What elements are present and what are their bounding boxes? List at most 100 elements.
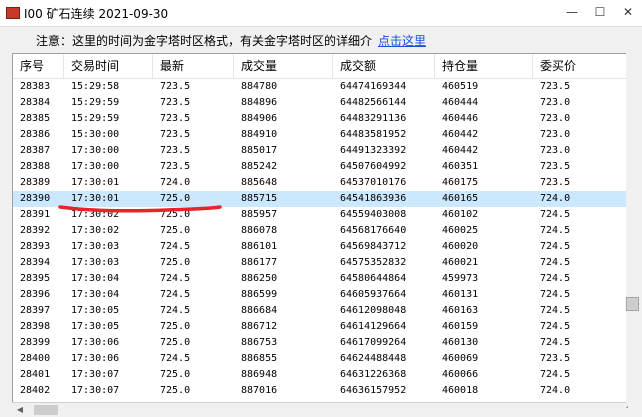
horizontal-scrollbar[interactable]: ◀: [12, 402, 626, 417]
table-row[interactable]: 28397 17:30:05 724.5 886684 64612098048 46016…: [13, 303, 627, 319]
header-col-last[interactable]: 最新: [153, 54, 234, 78]
col-volume-cell: 886753: [241, 337, 278, 348]
col-volume-cell: 885715: [241, 193, 278, 204]
header-col-open-interest[interactable]: 持仓量: [435, 54, 533, 78]
col-last-cell: 725.0: [160, 385, 191, 396]
table-row[interactable]: 28400 17:30:06 724.5 886855 64624488448 46006…: [13, 351, 627, 367]
tick-data-table: 序号 交易时间 最新 成交量 成交额 持仓量 委买价 28383 15:29:58 723.5 8…: [12, 53, 628, 408]
col-time-cell: 17:30:03: [71, 257, 120, 268]
table-row[interactable]: 28386 15:30:00 723.5 884910 64483581952 46044…: [13, 127, 627, 143]
header-col-time[interactable]: 交易时间: [64, 54, 153, 78]
col-last-cell: 723.5: [160, 145, 191, 156]
header-col-volume[interactable]: 成交量: [234, 54, 333, 78]
col-seq-cell: 28399: [20, 337, 51, 348]
col-time-cell: 17:30:04: [71, 273, 120, 284]
col-seq-cell: 28392: [20, 225, 51, 236]
app-icon: [6, 7, 20, 19]
col-time-cell: 15:30:00: [71, 129, 120, 140]
table-row[interactable]: 28402 17:30:07 725.0 887016 64636157952 46001…: [13, 383, 627, 399]
col-seq-cell: 28395: [20, 273, 51, 284]
header-col-bid[interactable]: 委买价: [533, 54, 627, 78]
table-row[interactable]: 28385 15:29:59 723.5 884906 64483291136 46044…: [13, 111, 627, 127]
col-last-cell: 723.5: [160, 97, 191, 108]
col-volume-cell: 886078: [241, 225, 278, 236]
col-volume-cell: 886250: [241, 273, 278, 284]
header-col-seq[interactable]: 序号: [13, 54, 64, 78]
col-amount-cell: 64474169344: [340, 81, 407, 92]
col-volume-cell: 886948: [241, 369, 278, 380]
col-bid-cell: 724.5: [540, 241, 571, 252]
header-col-amount[interactable]: 成交额: [333, 54, 435, 78]
col-volume-cell: 886101: [241, 241, 278, 252]
col-seq-cell: 28384: [20, 97, 51, 108]
col-last-cell: 724.5: [160, 241, 191, 252]
col-time-cell: 17:30:00: [71, 145, 120, 156]
col-volume-cell: 885242: [241, 161, 278, 172]
col-seq-cell: 28397: [20, 305, 51, 316]
col-open-interest-cell: 460444: [442, 97, 479, 108]
col-time-cell: 15:29:59: [71, 97, 120, 108]
maximize-button[interactable]: ☐: [586, 0, 614, 26]
notice-text: 注意：这里的时间为金字塔时区格式，有关金字塔时区的详细介: [36, 34, 373, 48]
col-amount-cell: 64483291136: [340, 113, 407, 124]
col-amount-cell: 64559403008: [340, 209, 407, 220]
table-row[interactable]: 28394 17:30:03 725.0 886177 64575352832 46002…: [13, 255, 627, 271]
table-row[interactable]: 28401 17:30:07 725.0 886948 64631226368 46006…: [13, 367, 627, 383]
col-seq-cell: 28390: [20, 193, 51, 204]
table-row[interactable]: 28392 17:30:02 725.0 886078 64568176640 46002…: [13, 223, 627, 239]
table-row[interactable]: 28387 17:30:00 723.5 885017 64491323392 46044…: [13, 143, 627, 159]
col-seq-cell: 28387: [20, 145, 51, 156]
col-volume-cell: 884910: [241, 129, 278, 140]
table-row[interactable]: 28399 17:30:06 725.0 886753 64617099264 46013…: [13, 335, 627, 351]
table-row[interactable]: 28384 15:29:59 723.5 884896 64482566144 46044…: [13, 95, 627, 111]
scroll-left-icon[interactable]: ◀: [14, 404, 26, 416]
window-title: I00 矿石连续 2021-09-30: [24, 7, 169, 21]
horizontal-scrollbar-thumb[interactable]: [34, 405, 58, 415]
col-open-interest-cell: 460020: [442, 241, 479, 252]
col-open-interest-cell: 460102: [442, 209, 479, 220]
table-header: 序号 交易时间 最新 成交量 成交额 持仓量 委买价: [13, 54, 627, 79]
table-row[interactable]: 28396 17:30:04 724.5 886599 64605937664 46013…: [13, 287, 627, 303]
col-last-cell: 723.5: [160, 113, 191, 124]
col-last-cell: 723.5: [160, 161, 191, 172]
table-row[interactable]: 28389 17:30:01 724.0 885648 64537010176 46017…: [13, 175, 627, 191]
col-volume-cell: 884780: [241, 81, 278, 92]
col-open-interest-cell: 460351: [442, 161, 479, 172]
col-bid-cell: 724.5: [540, 209, 571, 220]
col-seq-cell: 28389: [20, 177, 51, 188]
col-bid-cell: 723.5: [540, 81, 571, 92]
col-last-cell: 724.5: [160, 273, 191, 284]
col-time-cell: 17:30:02: [71, 225, 120, 236]
col-amount-cell: 64507604992: [340, 161, 407, 172]
col-amount-cell: 64483581952: [340, 129, 407, 140]
table-row[interactable]: 28395 17:30:04 724.5 886250 64580644864 45997…: [13, 271, 627, 287]
col-amount-cell: 64568176640: [340, 225, 407, 236]
col-bid-cell: 724.5: [540, 257, 571, 268]
col-volume-cell: 885957: [241, 209, 278, 220]
col-volume-cell: 885017: [241, 145, 278, 156]
col-bid-cell: 724.0: [540, 193, 571, 204]
col-amount-cell: 64614129664: [340, 321, 407, 332]
table-row[interactable]: 28398 17:30:05 725.0 886712 64614129664 46015…: [13, 319, 627, 335]
col-bid-cell: 724.5: [540, 369, 571, 380]
table-row[interactable]: 28393 17:30:03 724.5 886101 64569843712 46002…: [13, 239, 627, 255]
col-open-interest-cell: 460069: [442, 353, 479, 364]
vertical-scrollbar[interactable]: [626, 53, 640, 406]
col-bid-cell: 724.5: [540, 321, 571, 332]
col-last-cell: 724.5: [160, 305, 191, 316]
col-seq-cell: 28398: [20, 321, 51, 332]
col-seq-cell: 28393: [20, 241, 51, 252]
vertical-scrollbar-thumb[interactable]: [626, 297, 639, 311]
col-amount-cell: 64569843712: [340, 241, 407, 252]
col-time-cell: 17:30:01: [71, 177, 120, 188]
table-row[interactable]: 28383 15:29:58 723.5 884780 64474169344 46051…: [13, 79, 627, 95]
col-amount-cell: 64491323392: [340, 145, 407, 156]
timezone-help-link[interactable]: 点击这里: [378, 32, 426, 49]
minimize-button[interactable]: —: [558, 0, 586, 26]
table-row[interactable]: 28388 17:30:00 723.5 885242 64507604992 46035…: [13, 159, 627, 175]
col-seq-cell: 28386: [20, 129, 51, 140]
close-button[interactable]: ✕: [614, 0, 642, 26]
col-volume-cell: 886855: [241, 353, 278, 364]
col-time-cell: 17:30:06: [71, 337, 120, 348]
col-seq-cell: 28388: [20, 161, 51, 172]
